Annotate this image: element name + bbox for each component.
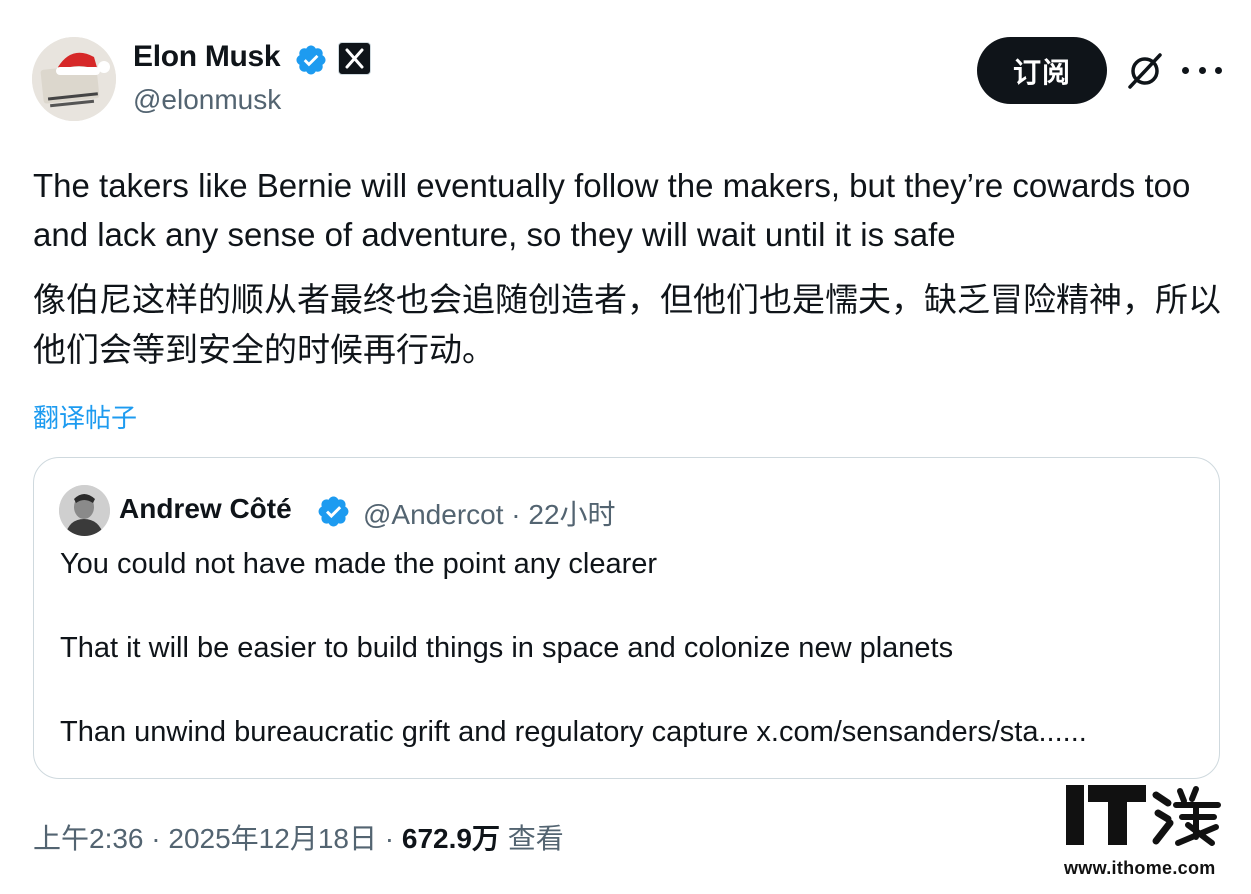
quote-text-line: You could not have made the point any cl… [60,548,658,580]
more-options-icon[interactable] [1182,53,1222,87]
tweet-footer: 上午2:36 · 2025年12月18日 · 672.9万 查看 [33,817,564,857]
tweet-text-english: The takers like Bernie will eventually f… [33,167,1191,253]
quote-verified-badge-icon [316,494,351,529]
post-date[interactable]: 2025年12月18日 [168,823,377,854]
quote-text-line: Than unwind bureaucratic grift and regul… [60,716,1087,748]
more-dot [1215,66,1222,74]
subscribe-button[interactable]: 订阅 [977,37,1107,104]
quote-author-avatar[interactable] [59,485,110,536]
more-dot [1182,66,1189,74]
footer-separator: · [384,823,395,854]
ithome-watermark-url: www.ithome.com [1064,858,1216,878]
author-handle[interactable]: @elonmusk [133,84,281,116]
quote-author-handle[interactable]: @Andercot [363,499,504,530]
footer-separator: · [151,823,161,854]
quote-meta-separator: · [511,499,521,530]
translate-post-link[interactable]: 翻译帖子 [33,398,137,435]
quote-meta: @Andercot · 22小时 [363,493,616,533]
view-count-label: 查看 [507,823,564,854]
x-logo-icon[interactable] [338,42,371,75]
more-dot [1198,66,1206,74]
tweet-text-chinese: 像伯尼这样的顺从者最终也会追随创造者，但他们也是懦夫，缺乏冒险精神，所以他们会等… [33,281,1221,368]
quote-author-name[interactable]: Andrew Côté [119,493,292,525]
post-time[interactable]: 上午2:36 [33,823,144,854]
grok-icon[interactable] [1124,50,1166,92]
author-avatar[interactable] [32,37,116,121]
quote-text-line: That it will be easier to build things i… [60,632,954,664]
verified-badge-icon[interactable] [294,43,328,77]
view-count: 672.9万 [401,823,500,854]
quote-timestamp[interactable]: 22小时 [528,499,615,530]
author-name[interactable]: Elon Musk [133,40,281,74]
ithome-watermark-logo [1064,781,1234,851]
